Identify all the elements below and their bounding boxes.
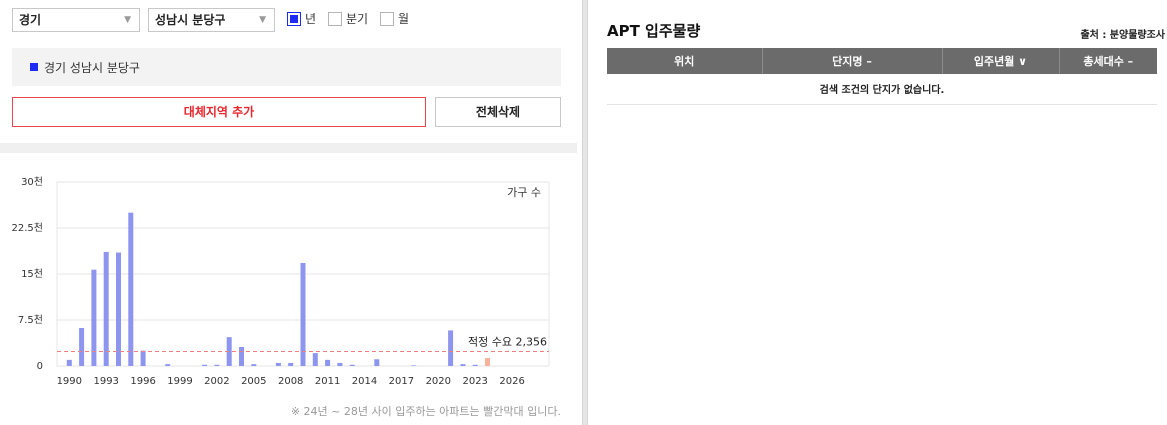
x-tick-label: 2014 [352,376,377,387]
y-tick-label: 7.5천 [18,314,43,326]
y-tick-label: 30천 [21,176,43,188]
column-header-move-in-date[interactable]: 입주년월 ∨ [942,48,1060,74]
district-select-value: 성남시 분당구 [155,13,226,27]
x-tick-label: 2020 [426,376,451,387]
bar [460,364,466,366]
x-tick-label: 2026 [499,376,524,387]
bar [411,365,417,366]
apt-supply-panel: APT 입주물량 출처 : 분양물량조사 위치 단지명 – 입주년월 ∨ 총세대… [589,0,1167,425]
apt-supply-table: 위치 단지명 – 입주년월 ∨ 총세대수 – 검색 조건의 단지가 없습니다. [607,48,1157,105]
x-tick-label: 2005 [241,376,266,387]
supply-bar-chart: 0 7.5천 15천 22.5천 30천 1990 1993 1996 1999 2002 2005… [12,176,550,387]
panel-title: APT 입주물량 [607,22,701,40]
bar [165,364,171,366]
period-month-label: 월 [398,12,410,26]
bar [374,359,380,366]
page-root: 경기 ▼ 성남시 분당구 ▼ 년 분기 월 경기 성남시 분당구 대체지역 추가… [0,0,1167,425]
bar [288,362,294,366]
bar [202,364,208,366]
province-select-value: 경기 [19,13,42,27]
y-tick-label: 15천 [21,268,43,280]
region-color-marker [30,63,38,71]
bar [337,362,343,366]
province-select[interactable]: 경기 ▼ [12,8,140,32]
table-row: 검색 조건의 단지가 없습니다. [607,74,1157,105]
bar [214,364,220,366]
bar [128,212,134,366]
district-select[interactable]: 성남시 분당구 ▼ [148,8,275,32]
clear-all-button[interactable]: 전체삭제 [435,97,561,127]
period-year-checkbox[interactable] [287,12,301,26]
bar [325,359,331,366]
y-tick-label: 0 [37,361,43,372]
chart-footnote: ※ 24년 ~ 28년 사이 입주하는 아파트는 빨간막대 입니다. [290,405,561,418]
bar [79,327,85,366]
period-quarter-label: 분기 [346,12,369,26]
bar [312,353,318,366]
bar [349,364,355,366]
bar [275,362,281,366]
panel-divider[interactable] [582,0,588,425]
selected-region-box: 경기 성남시 분당구 [12,48,561,86]
x-tick-label: 1996 [130,376,155,387]
period-year-label: 년 [305,12,317,26]
bar [140,350,146,366]
x-tick-label: 2011 [315,376,340,387]
chevron-down-icon: ▼ [124,15,131,25]
bar [448,330,454,366]
future-bar [485,358,490,366]
table-header-row: 위치 단지명 – 입주년월 ∨ 총세대수 – [607,48,1157,74]
source-label: 출처 : 분양물량조사 [1080,30,1165,41]
bar [472,364,478,366]
empty-table-message: 검색 조건의 단지가 없습니다. [607,74,1157,105]
x-tick-label: 1990 [57,376,82,387]
y-tick-label: 22.5천 [12,222,43,234]
x-tick-label: 2017 [389,376,414,387]
selected-region-label: 경기 성남시 분당구 [44,61,140,75]
add-region-button[interactable]: 대체지역 추가 [12,97,426,127]
x-tick-label: 1993 [93,376,118,387]
x-tick-label: 2008 [278,376,303,387]
bar [239,346,244,366]
column-header-complex-name[interactable]: 단지명 – [762,48,943,74]
chevron-down-icon: ▼ [259,15,266,25]
series-label: 가구 수 [507,186,541,199]
bar [66,359,72,366]
x-tick-label: 1999 [167,376,192,387]
section-separator [0,143,577,153]
period-quarter-checkbox[interactable] [328,12,342,26]
x-tick-label: 2023 [462,376,487,387]
period-month-checkbox[interactable] [380,12,394,26]
supply-chart-panel: 경기 ▼ 성남시 분당구 ▼ 년 분기 월 경기 성남시 분당구 대체지역 추가… [0,0,577,425]
bar [116,252,121,366]
bar [300,262,306,366]
x-tick-label: 2002 [204,376,229,387]
bar [251,364,257,366]
column-header-total-units[interactable]: 총세대수 – [1059,48,1157,74]
threshold-label: 적정 수요 2,356 [468,336,547,349]
column-header-location[interactable]: 위치 [607,48,763,74]
bar [103,251,109,366]
